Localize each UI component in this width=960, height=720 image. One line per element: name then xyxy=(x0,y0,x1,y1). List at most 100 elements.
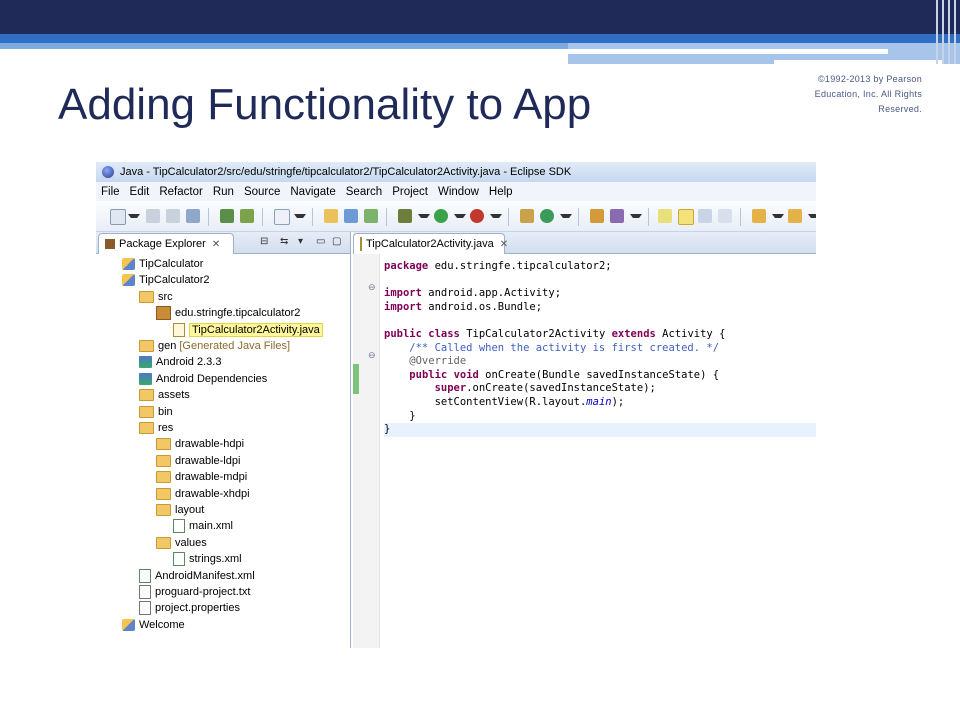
tree-item[interactable]: src xyxy=(139,289,173,305)
tree-item[interactable]: layout xyxy=(156,502,204,518)
new-java-class-icon[interactable] xyxy=(344,209,358,223)
code-line: public void onCreate(Bundle savedInstanc… xyxy=(384,369,719,383)
avd-manager-icon[interactable] xyxy=(240,209,254,223)
search-icon[interactable] xyxy=(610,209,624,223)
tab-package-explorer[interactable]: Package Explorer ✕ xyxy=(98,233,234,254)
new-class-dropdown-icon[interactable] xyxy=(560,214,572,224)
tree-item[interactable]: gen [Generated Java Files] xyxy=(139,338,290,354)
toolbar-separator xyxy=(578,208,579,226)
code-editor: TipCalculator2Activity.java ✕ ⊖ ⊖ packag… xyxy=(353,232,816,648)
tree-item[interactable]: strings.xml xyxy=(173,551,242,567)
run-icon[interactable] xyxy=(434,209,448,223)
tree-item[interactable]: TipCalculator2Activity.java xyxy=(173,322,323,338)
toolbar-separator xyxy=(740,208,741,226)
code-token: Activity { xyxy=(655,328,726,340)
menu-navigate[interactable]: Navigate xyxy=(285,186,340,198)
tree-item[interactable]: main.xml xyxy=(173,518,233,534)
tree-item[interactable]: TipCalculator xyxy=(122,256,203,272)
tree-item-label: assets xyxy=(158,389,190,402)
toggle-highlight-icon[interactable] xyxy=(678,209,694,225)
menu-edit[interactable]: Edit xyxy=(125,186,155,198)
tree-item[interactable]: drawable-hdpi xyxy=(156,436,244,452)
code-line: } xyxy=(384,410,415,424)
code-token: package xyxy=(384,260,429,272)
external-tools-dropdown-icon[interactable] xyxy=(490,214,502,224)
tree-item[interactable]: drawable-xhdpi xyxy=(156,486,250,502)
package-icon xyxy=(156,306,171,321)
menu-source[interactable]: Source xyxy=(239,186,285,198)
previous-annotation-dropdown-icon[interactable] xyxy=(808,214,816,224)
header-bar-dark xyxy=(0,0,960,34)
menu-refactor[interactable]: Refactor xyxy=(154,186,207,198)
previous-annotation-icon[interactable] xyxy=(788,209,802,223)
minimize-icon[interactable]: ▭ xyxy=(316,236,325,247)
tree-item[interactable]: drawable-ldpi xyxy=(156,453,240,469)
close-icon[interactable]: ✕ xyxy=(500,239,508,250)
search-dropdown-icon[interactable] xyxy=(630,214,642,224)
code-line: super.onCreate(savedInstanceState); xyxy=(384,382,656,396)
tree-item[interactable]: res xyxy=(139,420,173,436)
tree-item[interactable]: AndroidManifest.xml xyxy=(139,568,255,584)
library-icon xyxy=(139,372,152,385)
open-type-icon[interactable] xyxy=(324,209,338,223)
debug-icon[interactable] xyxy=(398,209,412,223)
code-line: @Override xyxy=(384,355,466,369)
fold-toggle-icon[interactable]: ⊖ xyxy=(368,350,376,361)
new-package-icon[interactable] xyxy=(520,209,534,223)
tree-item[interactable]: assets xyxy=(139,387,190,403)
maximize-icon[interactable]: ▢ xyxy=(332,236,341,247)
menu-window[interactable]: Window xyxy=(433,186,484,198)
tree-item[interactable]: Android Dependencies xyxy=(139,371,267,387)
next-annotation-icon[interactable] xyxy=(752,209,766,223)
save-all-icon[interactable] xyxy=(166,209,180,223)
view-menu-icon[interactable]: ▾ xyxy=(298,236,303,247)
new-icon[interactable] xyxy=(110,209,126,225)
code-token: import xyxy=(384,287,422,300)
new-android-xml-icon[interactable] xyxy=(364,209,378,223)
next-annotation-dropdown-icon[interactable] xyxy=(772,214,784,224)
tree-item-label: Android 2.3.3 xyxy=(156,356,222,369)
tree-item-label: TipCalculator xyxy=(139,258,204,270)
tree-item-label: drawable-mdpi xyxy=(175,471,248,484)
new-dropdown-icon[interactable] xyxy=(128,214,140,224)
menu-search[interactable]: Search xyxy=(341,186,387,198)
external-tools-icon[interactable] xyxy=(470,209,484,223)
tree-item[interactable]: Welcome xyxy=(122,617,185,633)
toggle-mark-occurrences-icon[interactable] xyxy=(658,209,672,223)
tree-item[interactable]: drawable-mdpi xyxy=(156,469,247,485)
tree-item[interactable]: values xyxy=(156,535,207,551)
tree-item[interactable]: proguard-project.txt xyxy=(139,584,250,600)
code-line: setContentView(R.layout.main); xyxy=(384,396,625,410)
tree-item[interactable]: bin xyxy=(139,404,173,420)
fold-toggle-icon[interactable]: ⊖ xyxy=(368,282,376,293)
sdk-manager-icon[interactable] xyxy=(220,209,234,223)
print-icon[interactable] xyxy=(186,209,200,223)
menu-file[interactable]: File xyxy=(96,186,125,198)
folder-icon xyxy=(156,504,171,516)
source-folder-icon xyxy=(139,340,154,352)
source-folder-icon xyxy=(139,290,154,303)
tree-item[interactable]: project.properties xyxy=(139,600,240,616)
tree-item[interactable]: TipCalculator2 xyxy=(122,272,210,288)
menu-run[interactable]: Run xyxy=(208,186,239,198)
collapse-all-icon[interactable]: ⊟ xyxy=(260,236,268,247)
debug-dropdown-icon[interactable] xyxy=(418,214,430,224)
tree-item-label: Welcome xyxy=(139,618,185,631)
new-class-icon[interactable] xyxy=(540,209,554,223)
menu-help[interactable]: Help xyxy=(484,186,518,198)
show-whitespace-icon[interactable] xyxy=(718,209,732,223)
task-dropdown-icon[interactable] xyxy=(294,214,306,224)
tree-item[interactable]: edu.stringfe.tipcalculator2 xyxy=(156,305,300,321)
tree-item-label: TipCalculator2 xyxy=(139,274,210,287)
open-type-hierarchy-icon[interactable] xyxy=(590,209,604,223)
tree-item[interactable]: Android 2.3.3 xyxy=(139,354,221,370)
close-icon[interactable]: ✕ xyxy=(212,239,220,250)
block-selection-icon[interactable] xyxy=(698,209,712,223)
eclipse-window: Java - TipCalculator2/src/edu/stringfe/t… xyxy=(96,162,816,648)
menu-project[interactable]: Project xyxy=(387,186,433,198)
tab-tipcalculator2activity[interactable]: TipCalculator2Activity.java ✕ xyxy=(353,233,508,254)
link-with-editor-icon[interactable]: ⇆ xyxy=(280,236,288,247)
save-icon[interactable] xyxy=(146,209,160,223)
run-dropdown-icon[interactable] xyxy=(454,214,466,224)
task-icon[interactable] xyxy=(274,209,290,225)
